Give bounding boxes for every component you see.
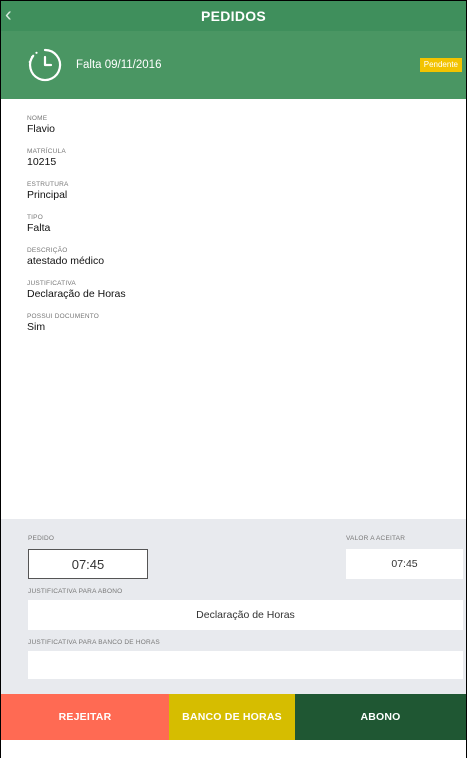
field-value: Falta — [27, 222, 51, 234]
pedido-label: PEDIDO — [28, 535, 55, 542]
clock-icon — [28, 48, 62, 82]
details-list: NOME Flavio MATRÍCULA 10215 ESTRUTURA Pr… — [27, 114, 447, 345]
status-badge: Pendente — [419, 58, 462, 72]
pedido-field[interactable]: 07:45 — [28, 549, 148, 579]
valor-aceitar-input[interactable]: 07:45 — [346, 549, 463, 579]
abono-justification-input[interactable]: Declaração de Horas — [28, 600, 463, 630]
field-possui-documento: POSSUI DOCUMENTO Sim — [27, 312, 447, 334]
field-value: Flavio — [27, 123, 56, 135]
valor-label: VALOR A ACEITAR — [346, 535, 406, 542]
field-value: atestado médico — [27, 255, 105, 267]
field-descricao: DESCRIÇÃO atestado médico — [27, 246, 447, 268]
field-nome: NOME Flavio — [27, 114, 447, 136]
field-estrutura: ESTRUTURA Principal — [27, 180, 447, 202]
reject-button[interactable]: REJEITAR — [1, 694, 169, 740]
field-label: POSSUI DOCUMENTO — [27, 313, 100, 320]
request-subtitle: Falta 09/11/2016 — [76, 59, 162, 71]
page-title: PEDIDOS — [200, 8, 267, 24]
app-frame: ‹ PEDIDOS Falta 09/11/2016 Pendente NOME… — [0, 0, 467, 758]
banco-justification-input[interactable] — [28, 651, 463, 679]
field-matricula: MATRÍCULA 10215 — [27, 147, 447, 169]
field-value: Sim — [27, 321, 46, 333]
action-bar: REJEITAR BANCO DE HORAS ABONO — [1, 694, 466, 740]
banco-justification-label: JUSTIFICATIVA PARA BANCO DE HORAS — [28, 639, 160, 646]
field-value: Declaração de Horas — [27, 288, 126, 300]
abono-justification-label: JUSTIFICATIVA PARA ABONO — [28, 588, 123, 595]
field-label: DESCRIÇÃO — [27, 247, 68, 254]
field-value: Principal — [27, 189, 68, 201]
field-label: MATRÍCULA — [27, 148, 66, 155]
banco-de-horas-button[interactable]: BANCO DE HORAS — [169, 694, 295, 740]
field-label: JUSTIFICATIVA — [27, 280, 76, 287]
top-bar: ‹ PEDIDOS — [1, 1, 466, 31]
field-label: ESTRUTURA — [27, 181, 69, 188]
request-header: Falta 09/11/2016 Pendente — [1, 31, 466, 99]
field-tipo: TIPO Falta — [27, 213, 447, 235]
field-justificativa: JUSTIFICATIVA Declaração de Horas — [27, 279, 447, 301]
field-label: TIPO — [27, 214, 43, 221]
abono-button[interactable]: ABONO — [295, 694, 466, 740]
field-value: 10215 — [27, 156, 57, 168]
field-label: NOME — [27, 115, 48, 122]
approval-form: PEDIDO 07:45 VALOR A ACEITAR 07:45 JUSTI… — [1, 519, 466, 694]
